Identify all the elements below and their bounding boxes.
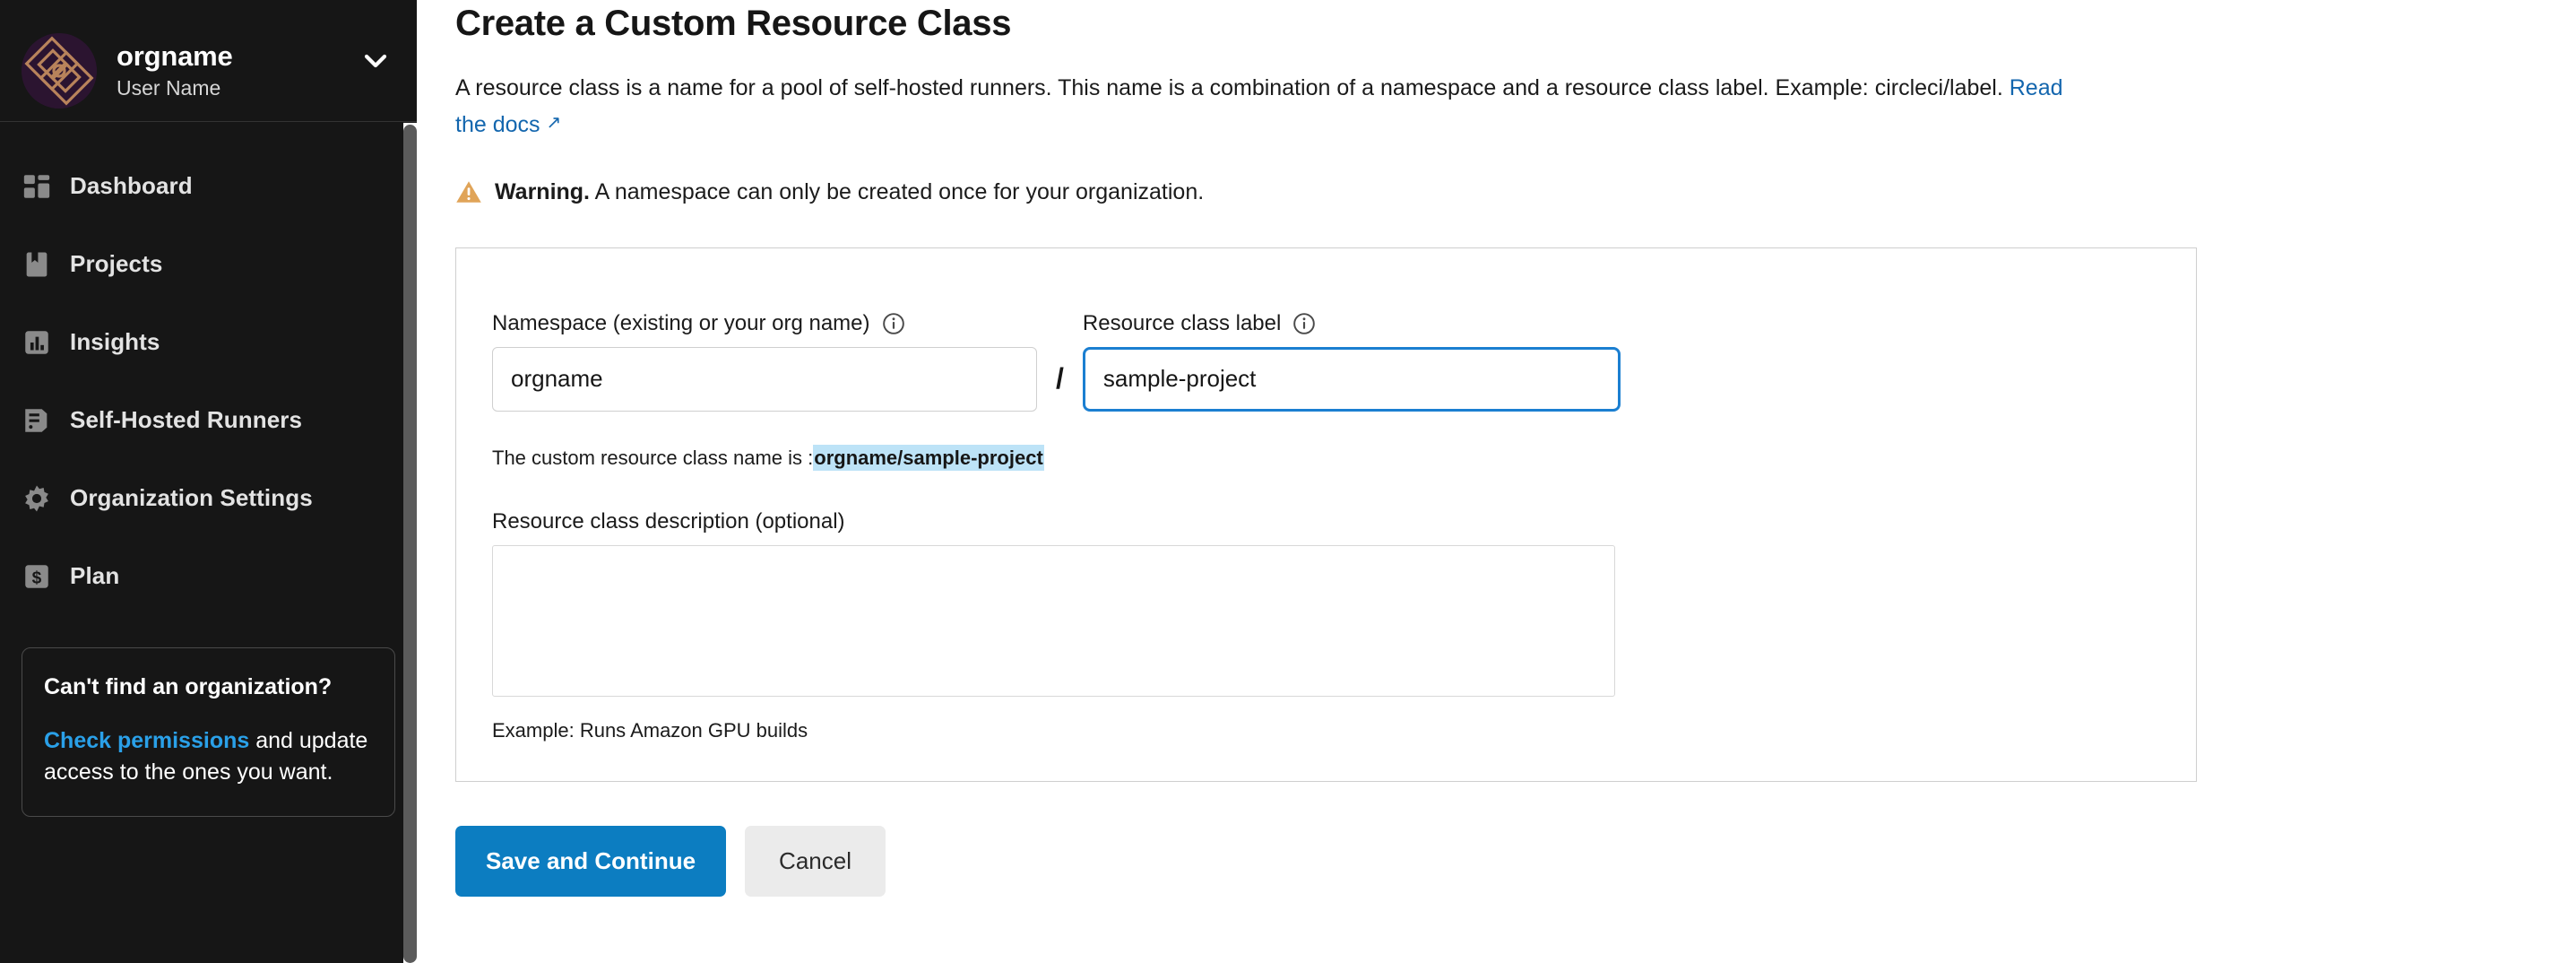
description-example-hint: Example: Runs Amazon GPU builds bbox=[492, 718, 808, 742]
help-card: Can't find an organization? Check permis… bbox=[22, 647, 395, 817]
help-card-body: Check permissions and update access to t… bbox=[44, 725, 373, 789]
warning-text: Warning. A namespace can only be created… bbox=[495, 178, 1204, 207]
server-runner-icon bbox=[22, 405, 52, 436]
sidebar-item-organization-settings[interactable]: Organization Settings bbox=[0, 459, 417, 537]
sidebar-scrollbar-thumb[interactable] bbox=[403, 125, 417, 963]
projects-bookmark-icon bbox=[22, 249, 52, 280]
warning-label: Warning. bbox=[495, 179, 591, 204]
namespace-label: Namespace (existing or your org name) bbox=[492, 311, 1037, 336]
sidebar-item-projects[interactable]: Projects bbox=[0, 225, 417, 303]
app-root: orgname User Name Dashboard Projects Ins… bbox=[0, 0, 2576, 963]
page-description-text: A resource class is a name for a pool of… bbox=[455, 75, 2010, 100]
sidebar-nav: Dashboard Projects Insights Self-Hosted … bbox=[0, 122, 417, 615]
sidebar-item-insights[interactable]: Insights bbox=[0, 303, 417, 381]
info-circle-icon[interactable] bbox=[882, 312, 905, 335]
svg-text:$: $ bbox=[32, 568, 42, 587]
save-and-continue-button[interactable]: Save and Continue bbox=[455, 825, 727, 897]
sidebar-item-label: Insights bbox=[70, 328, 160, 355]
gear-icon bbox=[22, 483, 52, 514]
sidebar-item-label: Dashboard bbox=[70, 172, 193, 199]
resource-class-label: Resource class label bbox=[1083, 311, 1621, 336]
info-circle-icon[interactable] bbox=[1292, 312, 1316, 335]
description-textarea[interactable] bbox=[492, 544, 1615, 697]
resolved-resource-class-name: The custom resource class name is :orgna… bbox=[492, 444, 2160, 471]
namespace-field-group: Namespace (existing or your org name) bbox=[492, 311, 1037, 412]
sidebar-item-label: Projects bbox=[70, 250, 163, 277]
resource-class-label-field-group: Resource class label bbox=[1082, 311, 1621, 412]
namespace-label-text: Namespace (existing or your org name) bbox=[492, 310, 870, 335]
namespace-label-row: Namespace (existing or your org name) / bbox=[492, 311, 2160, 412]
sidebar: orgname User Name Dashboard Projects Ins… bbox=[0, 0, 417, 963]
resource-class-label-text: Resource class label bbox=[1082, 310, 1282, 335]
namespace-separator: / bbox=[1056, 361, 1064, 395]
sidebar-item-plan[interactable]: $ Plan bbox=[0, 537, 417, 615]
resource-class-label-input[interactable] bbox=[1082, 346, 1621, 412]
org-name: orgname bbox=[117, 39, 233, 72]
external-link-arrow-icon: ↗ bbox=[546, 112, 562, 133]
warning-triangle-icon bbox=[455, 179, 482, 204]
dollar-icon: $ bbox=[22, 561, 52, 592]
check-permissions-link[interactable]: Check permissions bbox=[44, 728, 249, 753]
dashboard-icon bbox=[22, 171, 52, 202]
sidebar-item-label: Self-Hosted Runners bbox=[70, 406, 303, 433]
org-avatar bbox=[22, 32, 97, 108]
form-actions: Save and Continue Cancel bbox=[455, 825, 2576, 897]
cancel-button[interactable]: Cancel bbox=[745, 825, 886, 897]
resource-class-form-card: Namespace (existing or your org name) / bbox=[455, 247, 2197, 782]
namespace-input[interactable] bbox=[492, 346, 1037, 412]
sidebar-item-label: Plan bbox=[70, 562, 120, 589]
resolved-value: orgname/sample-project bbox=[813, 444, 1044, 471]
description-label: Resource class description (optional) bbox=[492, 508, 845, 534]
page-title: Create a Custom Resource Class bbox=[455, 4, 1012, 43]
insights-bar-chart-icon bbox=[22, 327, 52, 358]
main-content: Create a Custom Resource Class A resourc… bbox=[417, 0, 2576, 963]
org-switcher[interactable]: orgname User Name bbox=[0, 0, 417, 122]
chevron-down-icon[interactable] bbox=[361, 47, 390, 75]
org-text-block: orgname User Name bbox=[117, 40, 233, 100]
warning-banner: Warning. A namespace can only be created… bbox=[455, 178, 2576, 207]
sidebar-item-label: Organization Settings bbox=[70, 484, 313, 511]
resolved-prefix: The custom resource class name is : bbox=[492, 446, 814, 469]
help-card-title: Can't find an organization? bbox=[44, 674, 333, 699]
sidebar-item-self-hosted-runners[interactable]: Self-Hosted Runners bbox=[0, 381, 417, 459]
sidebar-item-dashboard[interactable]: Dashboard bbox=[0, 147, 417, 225]
user-name: User Name bbox=[117, 75, 221, 100]
warning-message: A namespace can only be created once for… bbox=[590, 179, 1205, 204]
page-description: A resource class is a name for a pool of… bbox=[455, 70, 2096, 143]
